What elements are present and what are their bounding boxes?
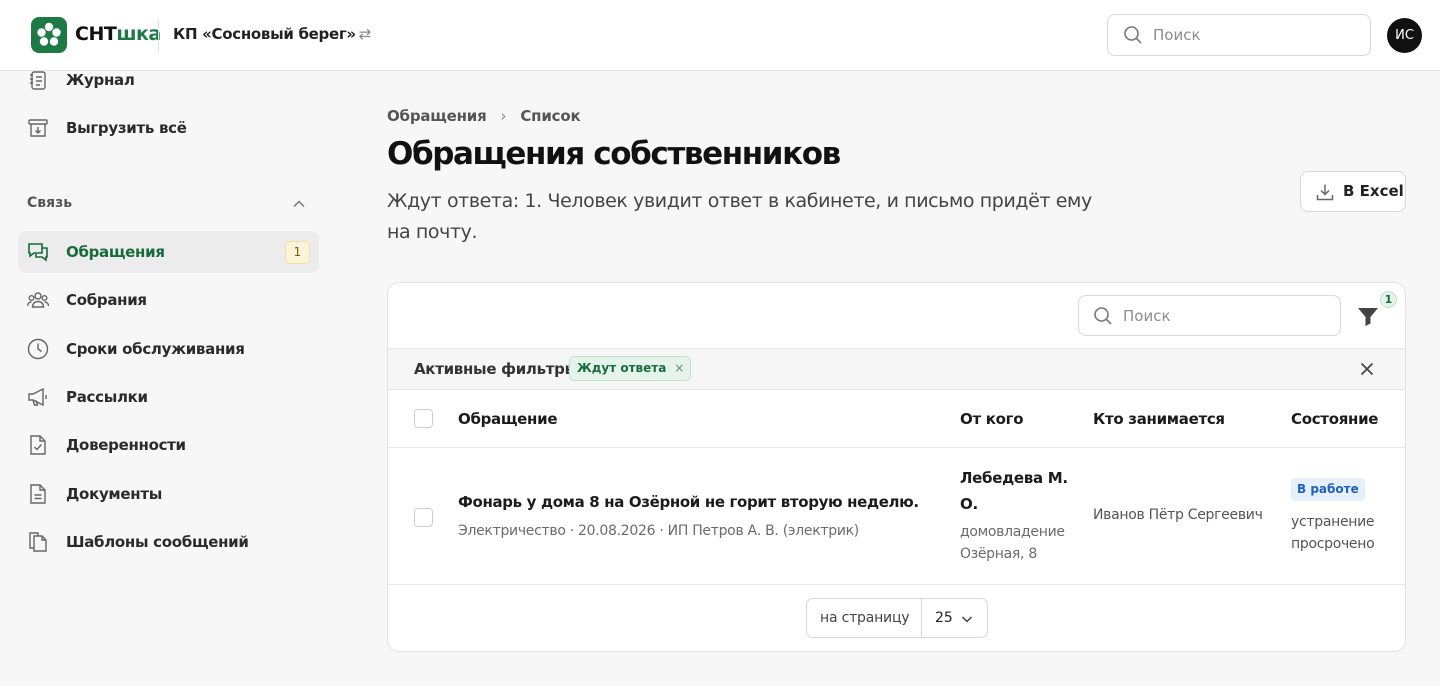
header-divider: [158, 20, 159, 52]
active-filters-bar: Активные фильтры Ждут ответа ×: [388, 348, 1405, 390]
megaphone-icon: [26, 385, 50, 409]
document-check-icon: [26, 433, 50, 457]
close-icon[interactable]: [1358, 360, 1376, 378]
org-name: КП «Сосновый берег»: [173, 25, 356, 43]
sidebar-item-label: Сроки обслуживания: [66, 340, 245, 358]
archive-download-icon: [26, 116, 50, 140]
breadcrumb-separator-icon: ›: [500, 107, 507, 125]
document-icon: [26, 482, 50, 506]
sidebar-item-label: Журнал: [66, 71, 135, 89]
per-page-value: 25: [935, 610, 953, 626]
sidebar-item-label: Шаблоны сообщений: [66, 533, 249, 551]
page-title: Обращения собственников: [387, 136, 841, 172]
breadcrumb: Обращения › Список: [387, 107, 581, 125]
sidebar-item-meetings[interactable]: Собрания: [18, 279, 319, 321]
search-icon: [1123, 25, 1143, 49]
row-checkbox[interactable]: [414, 508, 433, 527]
assignee-name: Иванов Пётр Сергеевич: [1093, 507, 1263, 523]
chat-icon: [26, 240, 50, 264]
count-badge: 1: [285, 241, 310, 264]
sidebar-item-journal[interactable]: Журнал: [18, 59, 319, 101]
copy-icon: [26, 530, 50, 554]
funnel-icon: [1353, 308, 1383, 335]
sidebar-item-requests[interactable]: Обращения 1: [18, 231, 319, 273]
requester-name: Лебедева М. О.: [960, 469, 1068, 513]
filter-button[interactable]: [1353, 301, 1383, 331]
remove-filter-icon[interactable]: ×: [674, 357, 684, 380]
header-search[interactable]: [1107, 14, 1371, 56]
per-page-label: на страницу: [820, 610, 910, 626]
filter-chip-label: Ждут ответа: [577, 361, 667, 375]
row-divider: [388, 584, 1405, 585]
sidebar-item-label: Обращения: [66, 243, 165, 261]
brand-name[interactable]: СНТшка: [75, 23, 161, 45]
select-all-checkbox[interactable]: [414, 409, 433, 428]
switch-icon: ⇄: [358, 25, 372, 43]
sidebar-item-documents[interactable]: Документы: [18, 473, 319, 515]
brand-logo-icon[interactable]: [31, 17, 67, 53]
chevron-down-icon: [960, 611, 974, 630]
status-badge: В работе: [1291, 478, 1365, 501]
org-switcher[interactable]: КП «Сосновый берег» ⇄: [173, 25, 371, 43]
sidebar-item-label: Выгрузить всё: [66, 119, 187, 137]
download-icon: [1315, 182, 1335, 206]
user-avatar[interactable]: ИС: [1387, 18, 1422, 53]
clock-icon: [26, 337, 50, 361]
breadcrumb-current: Список: [520, 107, 581, 125]
sidebar-section-title: Связь: [27, 195, 73, 211]
journal-icon: [26, 68, 50, 92]
breadcrumb-link-requests[interactable]: Обращения: [387, 107, 487, 125]
column-header-assignee[interactable]: Кто занимается: [1093, 410, 1225, 428]
search-icon: [1093, 306, 1113, 330]
filter-chip[interactable]: Ждут ответа ×: [569, 356, 692, 381]
sidebar-item-label: Доверенности: [66, 436, 186, 454]
header-search-input[interactable]: [1153, 25, 1353, 45]
sidebar-item-label: Документы: [66, 485, 162, 503]
request-title[interactable]: Фонарь у дома 8 на Озёрной не горит втор…: [458, 493, 919, 511]
chevron-up-icon[interactable]: [290, 195, 308, 213]
export-excel-label: В Excel: [1343, 182, 1404, 200]
table-search[interactable]: [1078, 295, 1341, 336]
column-header-status[interactable]: Состояние: [1291, 410, 1378, 428]
sidebar-item-label: Собрания: [66, 291, 147, 309]
people-icon: [26, 288, 50, 312]
sidebar-item-export-all[interactable]: Выгрузить всё: [18, 107, 319, 149]
row-divider: [388, 447, 1405, 448]
sidebar-item-service-deadlines[interactable]: Сроки обслуживания: [18, 328, 319, 370]
filter-count-badge: 1: [1380, 291, 1397, 308]
sidebar-item-message-templates[interactable]: Шаблоны сообщений: [18, 521, 319, 563]
requests-table-card: 1 Активные фильтры Ждут ответа × Обращени…: [387, 282, 1406, 652]
export-excel-button[interactable]: В Excel: [1300, 171, 1406, 212]
table-search-input[interactable]: [1123, 306, 1323, 326]
request-meta: Электричество · 20.08.2026 · ИП Петров А…: [458, 523, 859, 539]
column-header-request[interactable]: Обращение: [458, 410, 557, 428]
status-note: устранение просрочено: [1291, 514, 1375, 552]
column-header-from[interactable]: От кого: [960, 410, 1024, 428]
pager-divider: [921, 599, 922, 637]
requester-address: домовладение Озёрная, 8: [960, 524, 1065, 562]
sidebar-item-mailings[interactable]: Рассылки: [18, 376, 319, 418]
sidebar-item-label: Рассылки: [66, 388, 148, 406]
page-subtitle: Ждут ответа: 1. Человек увидит ответ в к…: [387, 190, 1092, 243]
per-page-select[interactable]: на страницу 25: [806, 598, 988, 638]
sidebar-item-powers-of-attorney[interactable]: Доверенности: [18, 424, 319, 466]
active-filters-label: Активные фильтры: [414, 360, 578, 378]
